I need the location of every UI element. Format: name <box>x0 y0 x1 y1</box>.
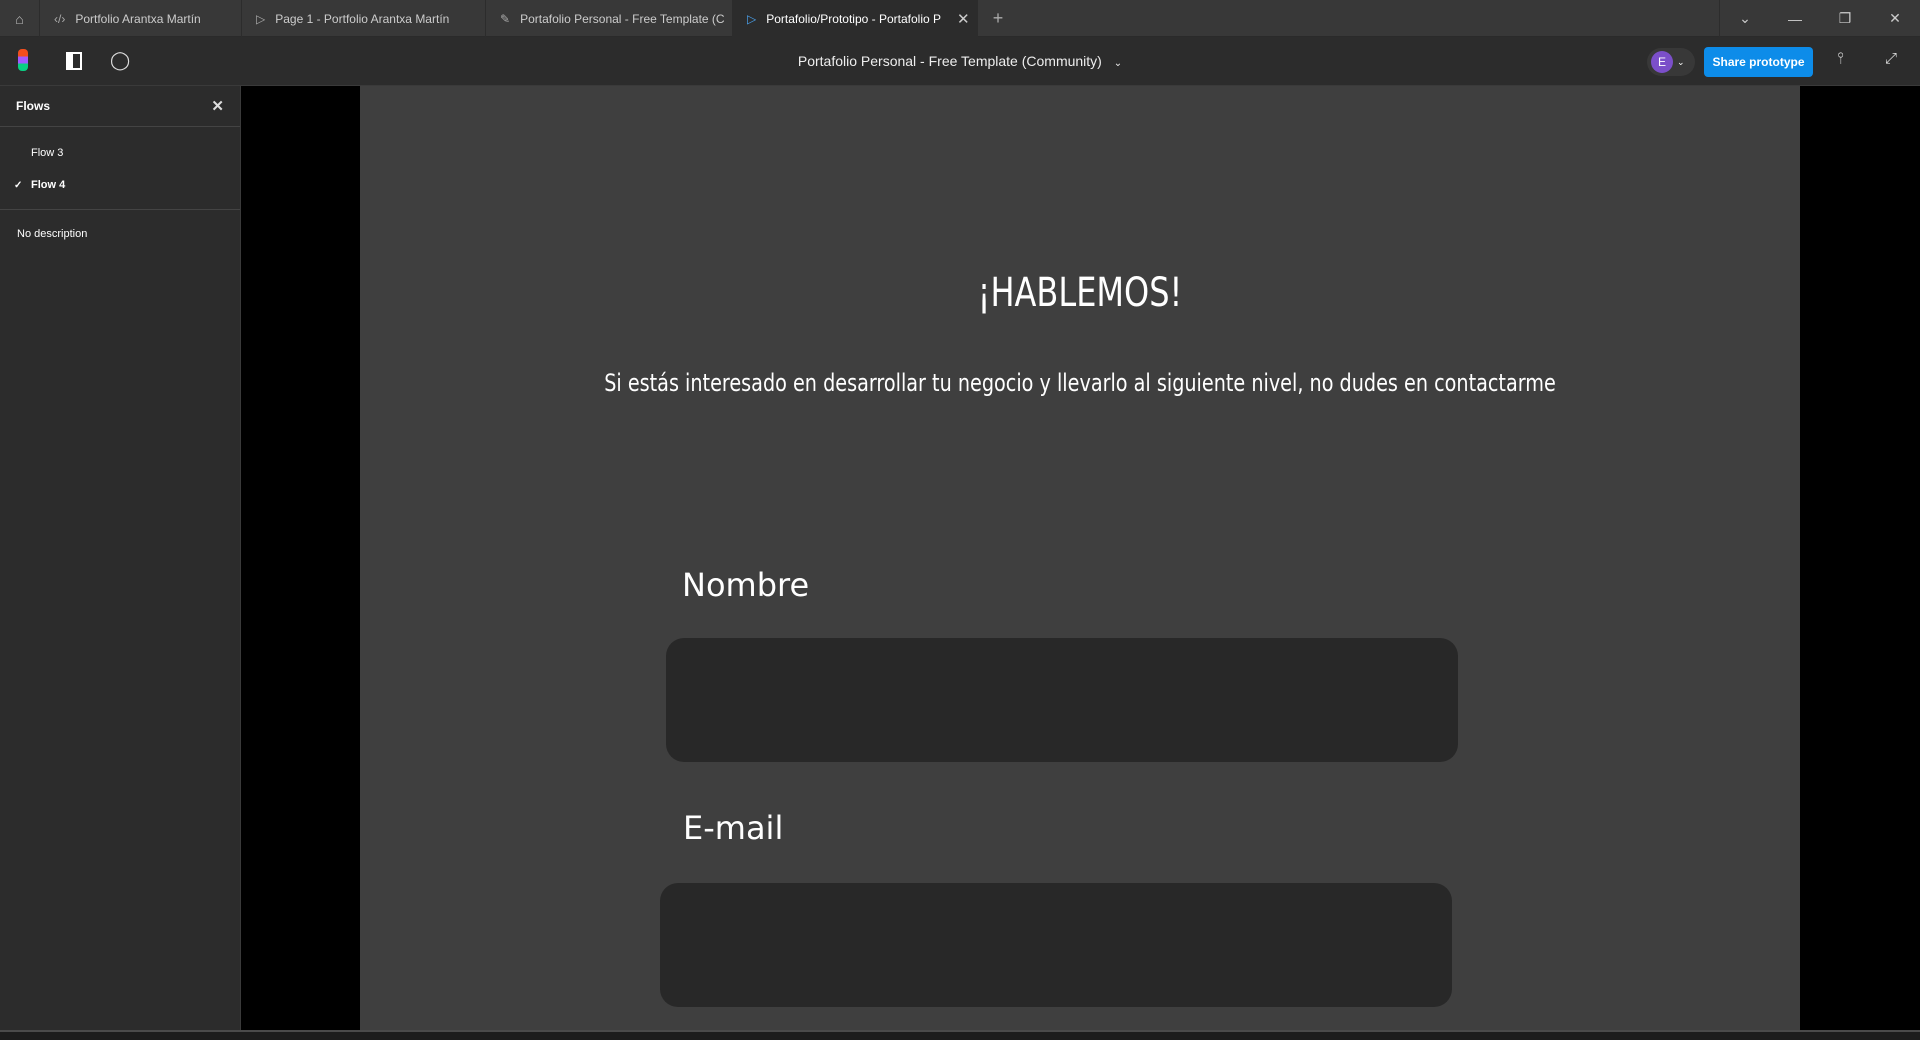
close-tab-icon[interactable]: ✕ <box>957 10 970 28</box>
tab-page1[interactable]: ▷ Page 1 - Portfolio Arantxa Martín <box>242 0 486 37</box>
toolbar: ◯ Portafolio Personal - Free Template (C… <box>0 37 1920 86</box>
tab-label: Portafolio Personal - Free Template (C <box>520 11 725 26</box>
home-icon[interactable]: ⌂ <box>0 0 40 37</box>
check-icon: ✓ <box>14 179 23 191</box>
name-label: Nombre <box>682 566 810 604</box>
chevron-down-icon[interactable]: ⌄ <box>1720 0 1770 37</box>
browser-tab-bar: ⌂ ‹/› Portfolio Arantxa Martín ▷ Page 1 - … <box>0 0 1920 37</box>
tab-label: Portfolio Arantxa Martín <box>75 11 201 26</box>
user-menu[interactable]: E ⌄ <box>1647 48 1695 76</box>
contact-heading: ¡HABLEMOS! <box>977 270 1183 316</box>
flow-description: No description <box>17 228 88 240</box>
avatar: E <box>1651 51 1673 73</box>
tab-prototype[interactable]: ▷ Portafolio/Prototipo - Portafolio P ✕ <box>733 0 978 37</box>
prototype-canvas: ¡HABLEMOS! Si estás interesado en desarr… <box>241 86 1920 1030</box>
flow-item-3[interactable]: Flow 3 <box>0 137 240 169</box>
panel-title: Flows <box>16 99 51 113</box>
restore-icon[interactable]: ❐ <box>1820 0 1870 37</box>
tab-template[interactable]: ✎ Portafolio Personal - Free Template (C <box>486 0 733 37</box>
play-icon: ▷ <box>256 11 266 26</box>
flow-label: Flow 4 <box>31 179 66 191</box>
name-field[interactable] <box>666 638 1458 762</box>
close-icon[interactable]: ✕ <box>211 97 224 115</box>
chevron-down-icon: ⌄ <box>1113 58 1123 69</box>
tab-label: Page 1 - Portfolio Arantxa Martín <box>275 11 450 26</box>
tab-label: Portafolio/Prototipo - Portafolio P <box>766 11 941 26</box>
email-label: E-mail <box>683 809 784 847</box>
minimize-icon[interactable]: — <box>1770 0 1820 37</box>
close-icon[interactable]: ✕ <box>1870 0 1920 37</box>
document-title[interactable]: Portafolio Personal - Free Template (Com… <box>0 53 1920 69</box>
share-prototype-button[interactable]: Share prototype <box>1704 47 1813 77</box>
prototype-frame: ¡HABLEMOS! Si estás interesado en desarr… <box>360 86 1800 1030</box>
new-tab-button[interactable]: + <box>978 0 1018 36</box>
chevron-down-icon: ⌄ <box>1677 56 1685 67</box>
contact-subtitle: Si estás interesado en desarrollar tu ne… <box>604 369 1556 397</box>
flow-label: Flow 3 <box>31 147 64 159</box>
settings-sliders-icon[interactable]: ⫯ <box>1837 50 1844 68</box>
play-icon: ▷ <box>747 11 757 26</box>
document-title-text: Portafolio Personal - Free Template (Com… <box>797 53 1102 69</box>
flow-item-4[interactable]: ✓ Flow 4 <box>0 169 240 201</box>
tab-portfolio[interactable]: ‹/› Portfolio Arantxa Martín <box>40 0 242 37</box>
flows-panel: Flows ✕ Flow 3 ✓ Flow 4 No description <box>0 86 241 1030</box>
expand-icon[interactable]: ⤢ <box>1885 50 1897 67</box>
taskbar <box>0 1030 1920 1040</box>
code-icon: ‹/› <box>54 11 66 26</box>
email-field[interactable] <box>660 883 1452 1007</box>
draft-icon: ✎ <box>500 11 511 26</box>
